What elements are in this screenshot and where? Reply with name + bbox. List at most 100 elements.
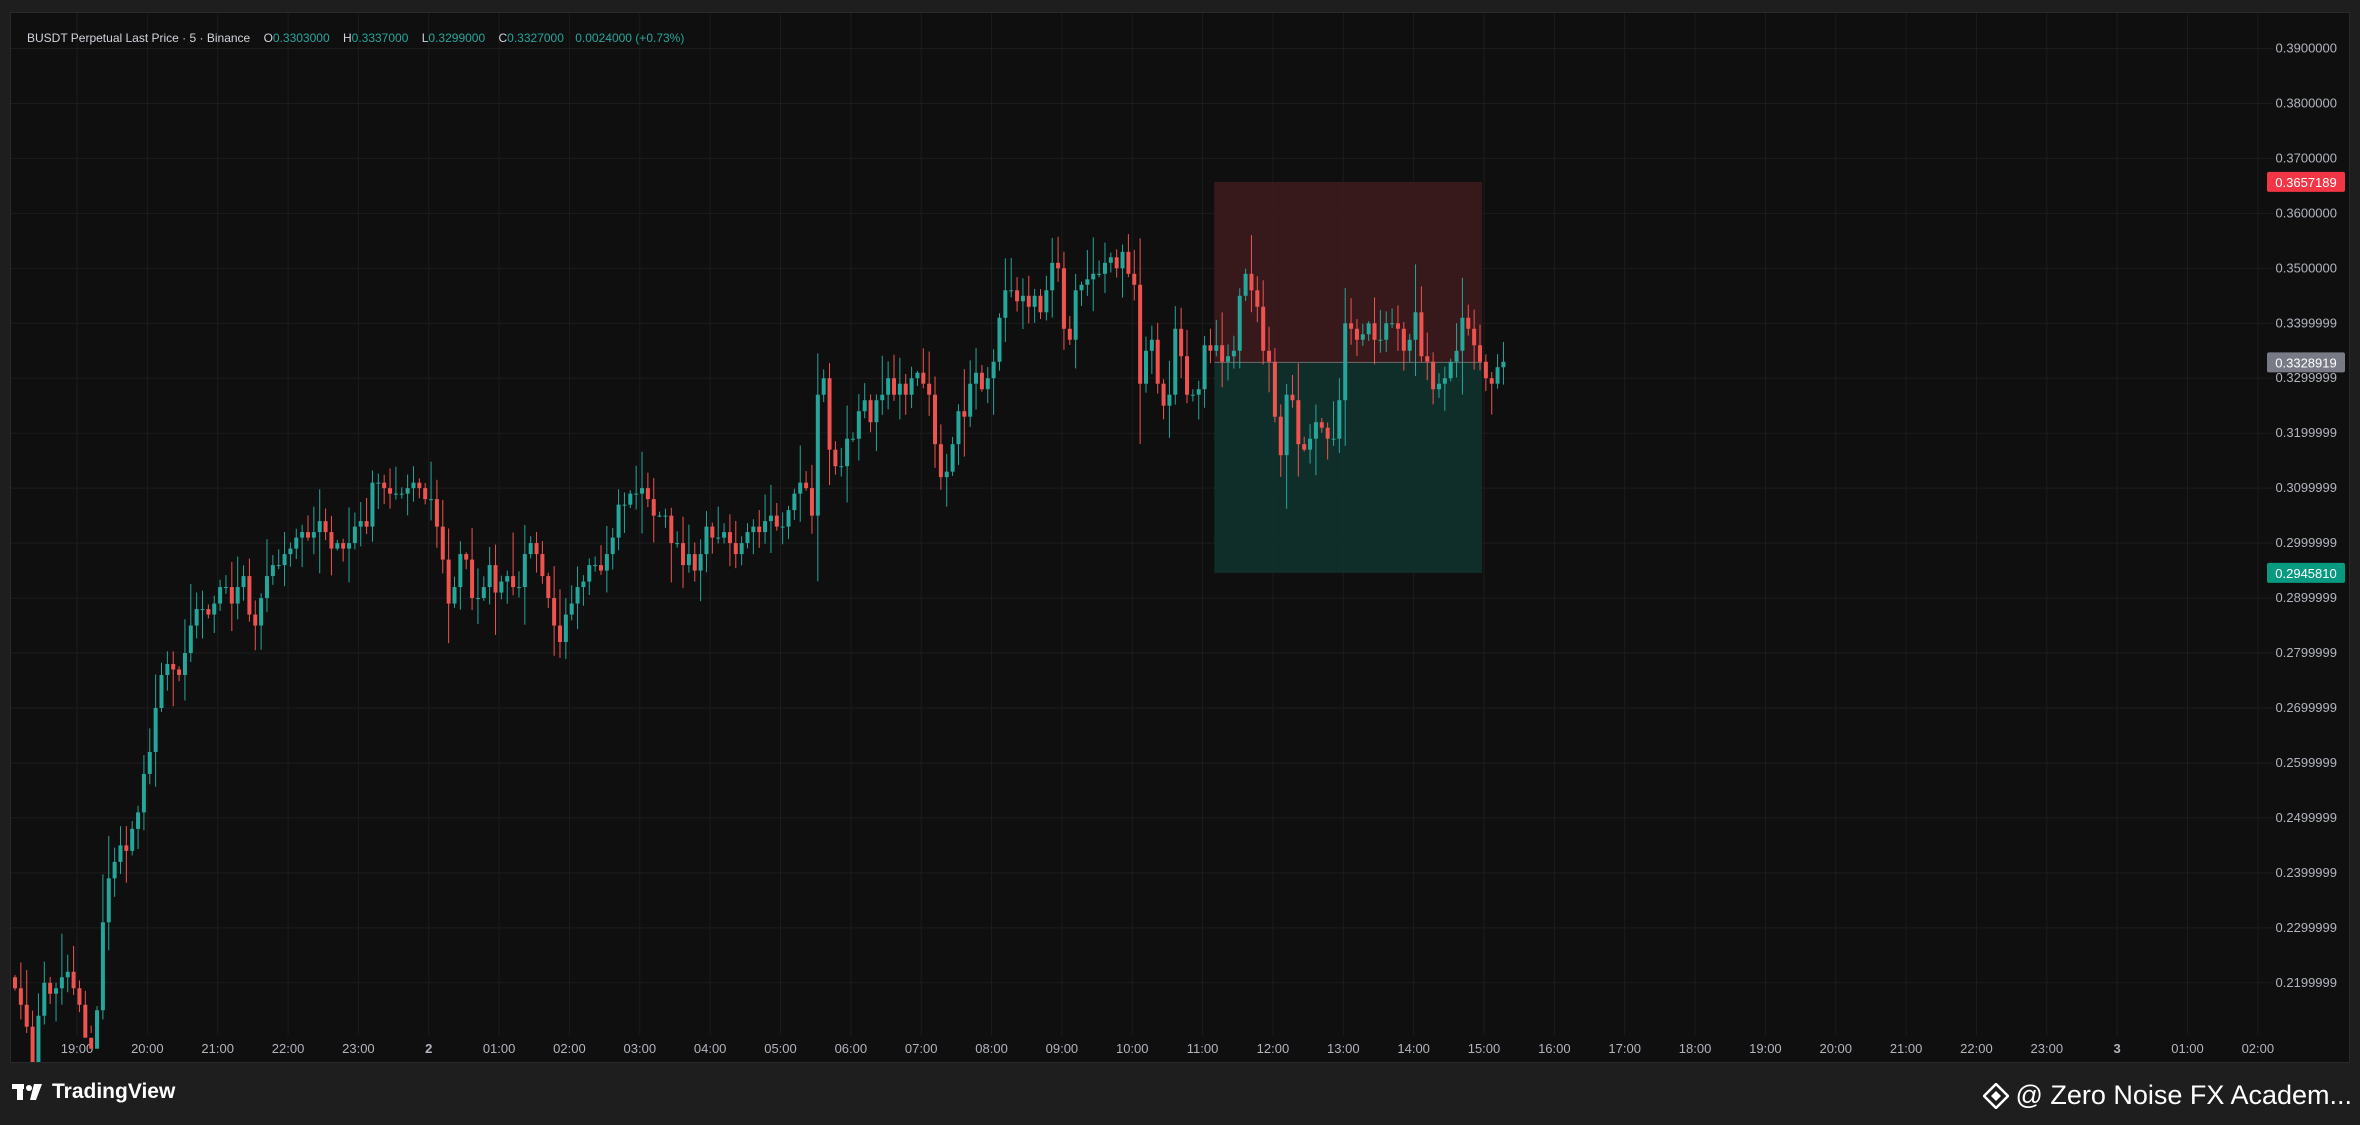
candle-body [862, 400, 867, 412]
y-tick-label: 0.2699999 [2276, 700, 2337, 715]
x-tick-label: 14:00 [1397, 1041, 1430, 1056]
candle-body [247, 576, 252, 615]
candle-body [194, 609, 199, 626]
candle-body [979, 372, 984, 390]
candle-body [569, 603, 574, 615]
candle-body [1489, 378, 1494, 384]
y-tick-label: 0.3099999 [2276, 480, 2337, 495]
candle-body [317, 521, 322, 533]
candle-body [1208, 345, 1213, 351]
high-value: 0.3337000 [351, 31, 409, 45]
x-tick-label: 19:00 [61, 1041, 94, 1056]
candle-body [1290, 394, 1295, 401]
candle-body [909, 378, 914, 395]
candle-body [1261, 306, 1266, 351]
candle-body [991, 361, 996, 379]
x-tick-label: 23:00 [342, 1041, 375, 1056]
watermark-text: @ Zero Noise FX Academ... [2015, 1080, 2352, 1110]
candle-body [71, 971, 76, 989]
candle-body [95, 1010, 100, 1049]
candle-body [563, 614, 568, 643]
candle-body [264, 576, 269, 599]
candle-body [358, 521, 363, 527]
chart-pane[interactable]: 0.3900000 0.3800000 0.3700000 0.3600000 0.35… [10, 12, 2350, 1063]
candle-body [663, 515, 668, 517]
candle-body [36, 1015, 41, 1062]
candle-body [915, 372, 920, 379]
x-tick-label: 13:00 [1327, 1041, 1360, 1056]
stop-loss-zone [1214, 181, 1482, 363]
candle-body [1243, 273, 1248, 296]
candle-body [1354, 328, 1359, 340]
candle-body [1395, 323, 1400, 329]
candlestick-chart[interactable]: 0.3900000 0.3800000 0.3700000 0.3600000 0.35… [11, 13, 2349, 1062]
candle-body [464, 554, 469, 560]
x-tick-label: 21:00 [201, 1041, 234, 1056]
candle-body [1226, 356, 1231, 362]
candle-body [458, 554, 463, 588]
candle-body [651, 499, 656, 516]
y-tick-label: 0.2799999 [2276, 645, 2337, 660]
candle-body [1020, 295, 1025, 302]
candle-body [1097, 273, 1102, 275]
change-value: 0.0024000 (+0.73%) [575, 31, 685, 45]
candle-body [329, 532, 334, 549]
candle-body [1079, 284, 1084, 291]
candle-body [434, 499, 439, 527]
candle-body [1454, 350, 1459, 362]
candle-body [200, 609, 205, 611]
candle-body [1319, 422, 1324, 428]
candle-body [792, 493, 797, 511]
candle-body [809, 488, 814, 516]
candle-body [159, 675, 164, 708]
candle-body [253, 614, 258, 626]
y-tick-label: 0.2899999 [2276, 590, 2337, 605]
candle-body [417, 482, 422, 489]
symbol-legend: BUSDT Perpetual Last Price · 5 · Binance… [27, 31, 684, 45]
candle-body [1460, 317, 1465, 351]
candle-body [1478, 345, 1482, 362]
candle-body [42, 982, 47, 1016]
candle-body [640, 488, 645, 494]
candle-body [669, 515, 674, 544]
candle-body [745, 532, 750, 544]
candle-body [59, 977, 64, 989]
candle-body [347, 543, 352, 549]
candle-body [470, 559, 475, 599]
candle-body [141, 773, 146, 813]
candle-body [985, 378, 990, 390]
candle-body [259, 598, 264, 626]
candle-body [516, 587, 521, 589]
y-tick-label: 0.3299999 [2276, 370, 2337, 385]
candle-body [692, 554, 697, 571]
candle-body [1349, 323, 1354, 329]
candle-body [89, 1037, 94, 1049]
candle-body [229, 587, 234, 604]
candle-body [1015, 290, 1020, 302]
candle-body [528, 543, 533, 555]
candle-body [874, 400, 879, 423]
candle-body [335, 543, 340, 549]
candle-body [1091, 273, 1096, 280]
tradingview-logo[interactable]: TradingView [12, 1080, 175, 1104]
candle-body [944, 471, 949, 478]
candle-body [634, 493, 639, 495]
candle-body [24, 1004, 29, 1027]
candle-body [1390, 323, 1395, 325]
candle-body [235, 587, 240, 604]
candle-body [974, 372, 979, 384]
candle-body [897, 383, 902, 395]
candle-body [106, 878, 111, 923]
candle-body [1384, 323, 1389, 340]
x-tick-label: 15:00 [1468, 1041, 1501, 1056]
candle-body [1419, 312, 1424, 357]
candle-body [587, 565, 592, 582]
candle-body [557, 625, 562, 643]
candle-body [1220, 345, 1225, 362]
candle-body [1120, 251, 1125, 269]
candle-body [927, 383, 932, 395]
candle-body [306, 532, 310, 538]
candle-body [77, 988, 82, 1005]
candle-body [534, 543, 539, 555]
candle-body [1056, 262, 1061, 269]
